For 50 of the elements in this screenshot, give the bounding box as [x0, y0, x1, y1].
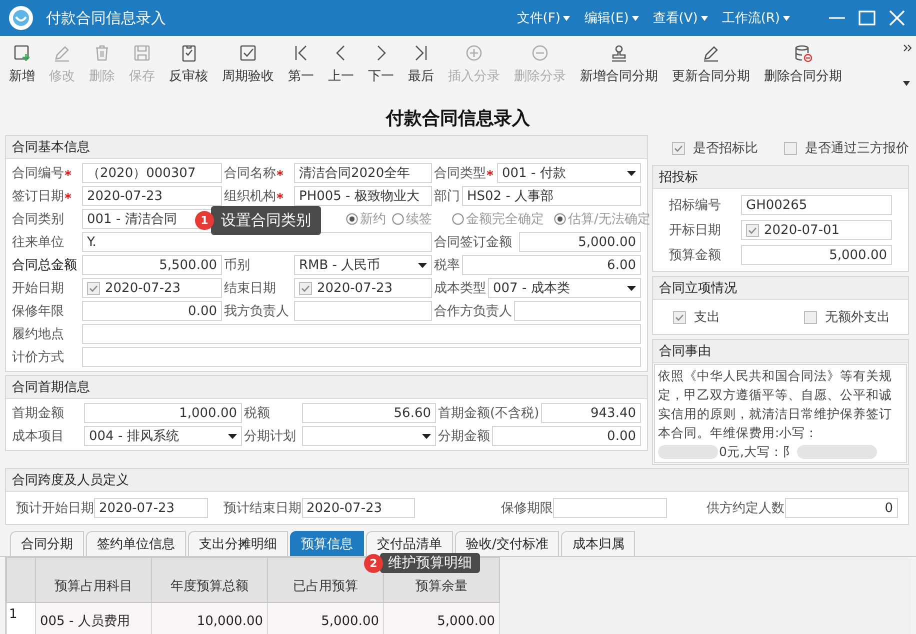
- field-label: 计价方式: [12, 349, 64, 366]
- field-label: 成本项目: [12, 428, 64, 445]
- field-label: 税额: [244, 405, 270, 422]
- field-label: 预计结束日期: [224, 500, 302, 517]
- field-label: 履约地点: [12, 326, 64, 343]
- field-label: 保修年限: [12, 303, 64, 320]
- field-label: 合同总金额: [12, 257, 77, 274]
- page-title: 付款合同信息录入: [386, 108, 530, 129]
- field-label: 部门: [434, 188, 460, 205]
- table-cell: 5,000.00: [268, 602, 384, 634]
- field-label: 招标编号: [669, 197, 721, 214]
- field-label: 签订日期: [12, 187, 73, 205]
- field-label: 开始日期: [12, 280, 64, 297]
- tooltip: 设置合同类别: [211, 206, 321, 235]
- field-label: 合同类别: [12, 211, 64, 228]
- section-header: 合同立项情况: [653, 277, 908, 300]
- field-label: 合同签订金额: [434, 234, 512, 251]
- field-label: 成本类型: [434, 280, 486, 297]
- reason-text: 依照《中华人民共和国合同法》等有关规定，甲乙双方遵循平等、自愿、公平和诚实信用的原则，就清洁日常维护保养签订本合同。年维保费用:小写：: [658, 367, 893, 442]
- field-label: 保修期限: [501, 500, 553, 517]
- field-label: 首期金额: [12, 405, 64, 422]
- field-label: 税率: [434, 257, 460, 274]
- field-label: 组织机构: [224, 187, 285, 205]
- field-label: 供方约定人数: [706, 500, 784, 517]
- section-header: 合同基本信息: [6, 136, 647, 159]
- field-label: 往来单位: [12, 234, 64, 251]
- tooltip: 维护预算明细: [380, 553, 480, 573]
- field-label: 我方负责人: [224, 303, 289, 320]
- row-number: 1: [6, 602, 36, 634]
- field-label: 首期金额(不含税): [438, 405, 540, 422]
- field-label: 币别: [224, 257, 250, 274]
- section-header: 合同跨度及人员定义: [6, 469, 908, 492]
- field-label: 分期计划: [244, 428, 296, 445]
- field-label: 合同编号: [12, 164, 73, 182]
- table-cell: 5,000.00: [384, 602, 500, 634]
- table-cell: 005 - 人员费用: [36, 602, 152, 634]
- window-title: 付款合同信息录入: [46, 8, 166, 28]
- table-cell: 10,000.00: [152, 602, 268, 634]
- section-header: 招投标: [653, 166, 908, 189]
- field-label: 预算金额: [669, 247, 721, 264]
- field-label: 分期金额: [438, 428, 490, 445]
- field-label: 合作方负责人: [434, 303, 512, 320]
- field-label: 合同名称: [224, 164, 285, 182]
- field-label: 预计开始日期: [16, 500, 94, 517]
- section-header: 合同事由: [653, 340, 908, 363]
- field-label: 合同类型: [434, 164, 495, 182]
- field-label: 结束日期: [224, 280, 276, 297]
- reason-text: 0元,大写：阝: [719, 443, 796, 461]
- field-label: 开标日期: [669, 222, 721, 239]
- section-header: 合同首期信息: [6, 376, 647, 399]
